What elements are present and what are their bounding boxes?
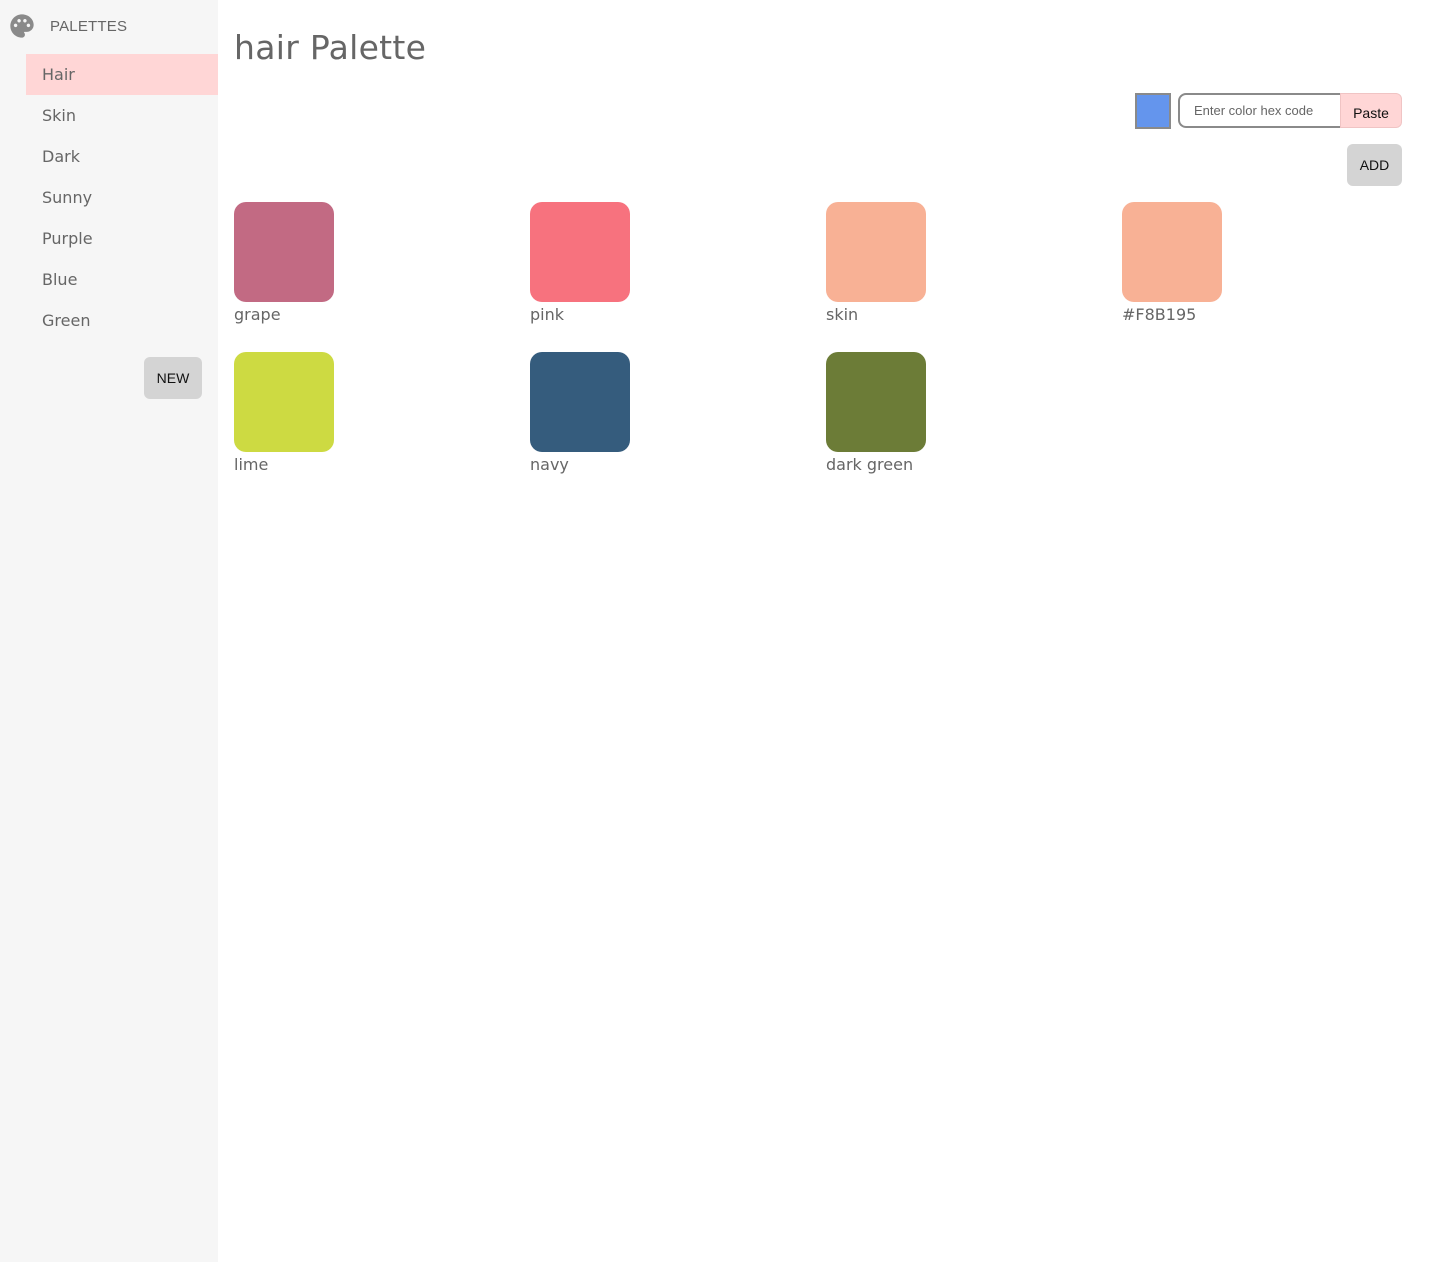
sidebar-item-skin[interactable]: Skin xyxy=(26,95,218,136)
palette-icon xyxy=(8,12,36,40)
swatch-color-box[interactable] xyxy=(826,202,926,302)
color-swatch: pink xyxy=(530,202,630,352)
color-picker-swatch[interactable] xyxy=(1135,93,1171,129)
sidebar-title: PALETTES xyxy=(50,17,128,35)
sidebar-item-green[interactable]: Green xyxy=(26,300,218,341)
swatch-label: lime xyxy=(234,455,269,474)
sidebar-header: PALETTES xyxy=(8,11,127,41)
page-title: hair Palette xyxy=(234,28,427,67)
color-swatch: #F8B195 xyxy=(1122,202,1222,352)
palette-list: Hair Skin Dark Sunny Purple Blue Green xyxy=(26,54,218,341)
swatch-color-box[interactable] xyxy=(826,352,926,452)
sidebar: PALETTES Hair Skin Dark Sunny Purple Blu… xyxy=(0,0,218,1262)
swatch-color-box[interactable] xyxy=(530,352,630,452)
color-swatch: dark green xyxy=(826,352,926,502)
color-swatch: lime xyxy=(234,352,334,502)
swatch-label: dark green xyxy=(826,455,914,474)
swatch-label: skin xyxy=(826,305,859,324)
add-color-button[interactable]: ADD xyxy=(1347,144,1402,186)
sidebar-item-purple[interactable]: Purple xyxy=(26,218,218,259)
main-content: hair Palette Paste ADD grape pink skin #… xyxy=(218,0,1429,1262)
color-swatch: grape xyxy=(234,202,334,352)
swatch-color-box[interactable] xyxy=(1122,202,1222,302)
sidebar-item-hair[interactable]: Hair xyxy=(26,54,218,95)
swatch-color-box[interactable] xyxy=(530,202,630,302)
swatch-label: grape xyxy=(234,305,281,324)
swatch-color-box[interactable] xyxy=(234,202,334,302)
sidebar-item-sunny[interactable]: Sunny xyxy=(26,177,218,218)
hex-code-input[interactable] xyxy=(1178,93,1340,128)
swatch-label: navy xyxy=(530,455,569,474)
swatch-label: #F8B195 xyxy=(1122,305,1197,324)
color-swatch: skin xyxy=(826,202,926,352)
new-palette-button[interactable]: NEW xyxy=(144,357,202,399)
paste-button[interactable]: Paste xyxy=(1340,93,1402,128)
color-swatch-grid: grape pink skin #F8B195 lime navy dark g… xyxy=(234,202,1418,502)
swatch-color-box[interactable] xyxy=(234,352,334,452)
color-swatch: navy xyxy=(530,352,630,502)
sidebar-item-dark[interactable]: Dark xyxy=(26,136,218,177)
swatch-label: pink xyxy=(530,305,565,324)
sidebar-item-blue[interactable]: Blue xyxy=(26,259,218,300)
